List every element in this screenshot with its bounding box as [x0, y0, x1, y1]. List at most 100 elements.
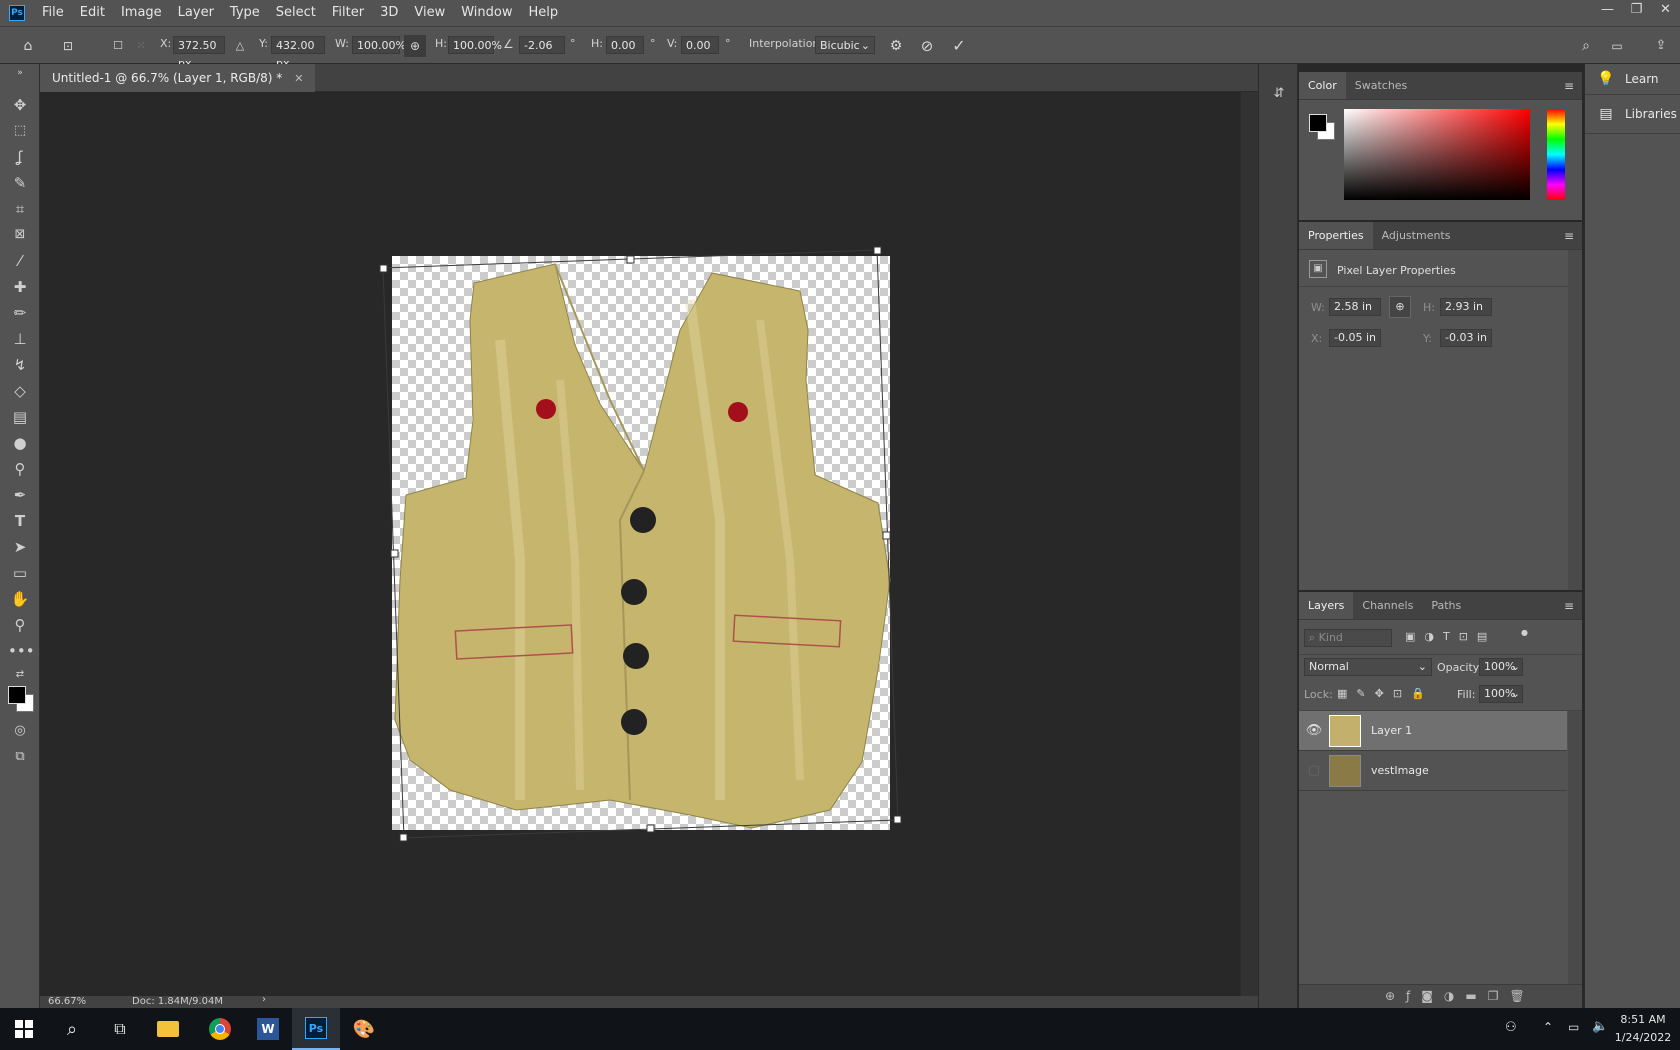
clock[interactable]: 8:51 AM 1/24/2022 [1612, 1011, 1674, 1047]
layer-name: Layer 1 [1371, 724, 1413, 737]
opacity-label: Opacity: [1437, 661, 1483, 674]
transform-handle[interactable] [390, 549, 399, 558]
word-icon[interactable]: W [244, 1008, 292, 1050]
properties-scrollbar[interactable] [1568, 250, 1582, 590]
workspace-icon[interactable]: ▭ [1606, 35, 1628, 57]
layer-kind-filter[interactable]: ⌕ Kind [1304, 629, 1392, 647]
prop-y-field[interactable]: -0.03 in [1440, 329, 1492, 347]
transform-handle[interactable] [882, 531, 891, 540]
volume-icon[interactable]: 🔈 [1592, 1019, 1608, 1034]
status-bar: 66.67% Doc: 1.84M/9.04M › [40, 994, 1258, 1008]
panel-menu-icon[interactable]: ≡ [1564, 599, 1574, 613]
learn-item[interactable]: 💡 Learn [1585, 64, 1680, 95]
color-foreground-swatch[interactable] [1309, 114, 1327, 132]
network-icon[interactable]: ▭ [1568, 1020, 1579, 1034]
layers-panel-header: Layers Channels Paths ≡ [1299, 592, 1582, 620]
tray-chevron-icon[interactable]: ⌃ [1543, 1020, 1553, 1034]
foreground-color-swatch[interactable] [8, 686, 26, 704]
clock-date: 1/24/2022 [1614, 1031, 1672, 1044]
prop-x-label: X: [1311, 332, 1323, 345]
layer-action-icons[interactable]: ⊕ƒ◙◑▬❐🗑 [1385, 989, 1536, 1003]
transform-handle[interactable] [646, 824, 655, 833]
paint-icon[interactable]: 🎨 [340, 1008, 388, 1050]
vertical-scrollbar[interactable] [1240, 92, 1259, 996]
history-panel-icon[interactable]: ⇵ [1271, 86, 1287, 102]
share-icon[interactable]: ⇪ [1650, 35, 1672, 57]
start-button[interactable] [0, 1008, 48, 1050]
prop-height-field[interactable]: 2.93 in [1440, 298, 1492, 316]
zoom-level[interactable]: 66.67% [48, 996, 86, 1007]
color-field[interactable] [1344, 109, 1530, 200]
prop-link-icon[interactable]: ⊕ [1389, 296, 1411, 318]
tab-adjustments[interactable]: Adjustments [1373, 222, 1460, 249]
divider [1299, 654, 1582, 655]
tab-paths[interactable]: Paths [1422, 592, 1470, 619]
close-icon[interactable]: ✕ [1651, 0, 1680, 22]
chevron-down-icon: ⌄ [1417, 660, 1427, 673]
transform-handle[interactable] [379, 264, 388, 273]
lock-icons[interactable]: ▦✎✥⊡🔒 [1337, 687, 1434, 700]
panel-menu-icon[interactable]: ≡ [1564, 229, 1574, 243]
opacity-field[interactable]: 100% ⌄ [1479, 658, 1523, 676]
transform-handle[interactable] [873, 246, 882, 255]
file-explorer-icon[interactable] [144, 1008, 192, 1050]
kind-placeholder: Kind [1318, 631, 1343, 644]
filter-toggle-icon[interactable]: ● [1521, 628, 1528, 637]
fill-label: Fill: [1457, 688, 1476, 701]
people-icon[interactable]: ⚇ [1505, 1020, 1517, 1035]
hidden-eye-checkbox[interactable]: ▢ [1299, 763, 1329, 778]
tab-properties[interactable]: Properties [1299, 222, 1373, 249]
prop-h-label: H: [1423, 301, 1435, 314]
properties-title: Pixel Layer Properties [1337, 264, 1456, 277]
panel-icon-strip: ⇵ [1258, 64, 1298, 1008]
tab-swatches[interactable]: Swatches [1346, 72, 1417, 99]
vest-image[interactable] [394, 263, 891, 829]
panel-menu-icon[interactable]: ≡ [1564, 79, 1574, 93]
layers-scrollbar[interactable] [1568, 711, 1582, 991]
tab-channels[interactable]: Channels [1353, 592, 1422, 619]
layer-thumbnail [1329, 754, 1361, 787]
windows-logo-icon [15, 1020, 33, 1038]
transform-handle[interactable] [399, 833, 408, 842]
search-icon[interactable]: ⌕ [1575, 35, 1597, 57]
restore-icon[interactable]: ❐ [1622, 0, 1651, 22]
photoshop-taskbar-icon[interactable]: Ps [292, 1008, 340, 1050]
libraries-item[interactable]: ▤ Libraries [1585, 95, 1680, 134]
pixel-layer-icon: ▣ [1309, 260, 1327, 278]
eye-icon[interactable]: 👁 [1299, 723, 1329, 738]
chevron-down-icon: ⌄ [1510, 687, 1520, 700]
prop-w-label: W: [1311, 301, 1325, 314]
blend-mode-value: Normal [1309, 660, 1349, 673]
search-icon[interactable]: ⌕ [48, 1008, 96, 1050]
layers-panel: Layers Channels Paths ≡ ⌕ Kind ▣◑T⊡▤ ● N… [1299, 592, 1582, 1008]
layer-row-vestimage[interactable]: ▢ vestImage [1299, 751, 1567, 791]
color-panel-header: Color Swatches ≡ [1299, 72, 1582, 100]
hue-slider[interactable] [1547, 109, 1565, 200]
properties-panel-header: Properties Adjustments ≡ [1299, 222, 1582, 250]
search-icon: ⌕ [1309, 631, 1319, 644]
layer-name: vestImage [1371, 764, 1429, 777]
color-panel: Color Swatches ≡ [1299, 72, 1582, 220]
prop-y-label: Y: [1423, 332, 1432, 345]
learn-libraries-column: 💡 Learn ▤ Libraries [1584, 64, 1680, 1008]
doc-info: Doc: 1.84M/9.04M [132, 996, 224, 1007]
tab-layers[interactable]: Layers [1299, 592, 1354, 619]
libraries-icon: ▤ [1599, 106, 1613, 122]
minimize-icon[interactable]: — [1593, 0, 1622, 22]
layer-thumbnail [1329, 714, 1361, 747]
tab-color[interactable]: Color [1299, 72, 1346, 99]
prop-width-field[interactable]: 2.58 in [1329, 298, 1381, 316]
divider [1299, 286, 1582, 287]
layer-filter-icons[interactable]: ▣◑T⊡▤ [1405, 630, 1496, 643]
blend-mode-select[interactable]: Normal ⌄ [1304, 658, 1432, 676]
transform-handle[interactable] [626, 255, 635, 264]
task-view-icon[interactable]: ⧉ [96, 1008, 144, 1050]
layer-row-layer-1[interactable]: 👁 Layer 1 [1299, 711, 1567, 751]
properties-panel: Properties Adjustments ≡ ▣ Pixel Layer P… [1299, 222, 1582, 590]
fill-field[interactable]: 100% ⌄ [1479, 685, 1523, 703]
prop-x-field[interactable]: -0.05 in [1329, 329, 1381, 347]
chrome-icon[interactable] [196, 1008, 244, 1050]
transform-handle[interactable] [893, 815, 902, 824]
layers-footer: ⊕ƒ◙◑▬❐🗑 [1299, 984, 1582, 1008]
status-arrow-icon[interactable]: › [262, 994, 266, 1005]
